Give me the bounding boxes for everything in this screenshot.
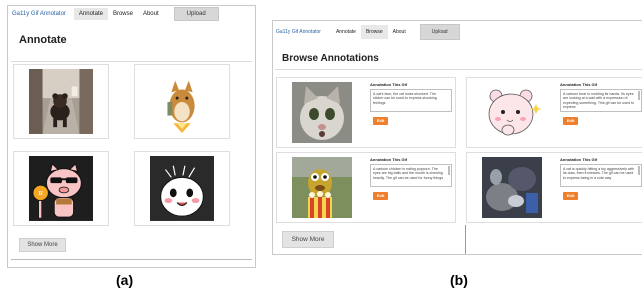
edit-button[interactable]: Edit <box>563 117 578 125</box>
nav-browse[interactable]: Browse <box>108 8 138 20</box>
upload-button[interactable]: Upload <box>173 7 219 21</box>
annotation-text: A cartoon chicken is eating popcorn. The… <box>373 167 443 180</box>
annotation-card: Annotation This Gif A cartoon chicken is… <box>276 152 456 223</box>
annotate-screen: Ga11y Gif Annotator Annotate Browse Abou… <box>7 5 256 268</box>
brand-link[interactable]: Ga11y Gif Annotator <box>276 29 321 35</box>
gif-thumbnail-cat-pawing <box>482 157 542 218</box>
annotation-textarea[interactable]: A cat is quickly hitting a toy aggressiv… <box>560 164 642 187</box>
gif-thumbnail-cool-pig: ¤ <box>29 156 93 221</box>
nav-browse[interactable]: Browse <box>360 24 388 39</box>
nav-about[interactable]: About <box>138 8 164 20</box>
annotation-text: A cat is quickly hitting a toy aggressiv… <box>563 167 635 180</box>
column-divider <box>465 225 466 254</box>
annotation-textarea[interactable]: A cartoon bear is nodding its hands. Its… <box>560 89 642 112</box>
annotation-card: Annotation This Gif A cat is quickly hit… <box>466 152 642 223</box>
show-more-button[interactable]: Show More <box>282 231 334 248</box>
nav-about[interactable]: About <box>388 25 411 39</box>
annotation-label: Annotation This Gif <box>370 82 408 87</box>
nav-annotate[interactable]: Annotate <box>331 25 361 39</box>
edit-button[interactable]: Edit <box>373 192 388 200</box>
caption-b: (b) <box>450 272 468 288</box>
annotation-card: Annotation This Gif A cat's face, the ca… <box>276 77 456 148</box>
gif-card[interactable] <box>134 64 230 139</box>
gif-thumbnail-dog-hallway <box>29 69 93 134</box>
annotation-label: Annotation This Gif <box>560 157 598 162</box>
annotation-text: A cartoon bear is nodding its hands. Its… <box>563 92 635 110</box>
gif-thumbnail-popcorn-chicken <box>292 157 352 218</box>
brand-link[interactable]: Ga11y Gif Annotator <box>12 11 66 17</box>
gif-card[interactable]: ¤ <box>13 151 109 226</box>
annotation-card: Annotation This Gif A cartoon bear is no… <box>466 77 642 148</box>
nav-annotate[interactable]: Annotate <box>73 8 108 20</box>
textarea-scrollbar[interactable] <box>638 166 640 175</box>
page-title: Browse Annotations <box>282 53 379 64</box>
edit-button[interactable]: Edit <box>563 192 578 200</box>
gif-card[interactable] <box>134 151 230 226</box>
page-title: Annotate <box>19 34 67 46</box>
annotation-textarea[interactable]: A cartoon chicken is eating popcorn. The… <box>370 164 452 187</box>
textarea-scrollbar[interactable] <box>638 91 640 100</box>
bottom-divider <box>11 259 252 260</box>
annotation-label: Annotation This Gif <box>560 82 598 87</box>
top-nav: Ga11y Gif Annotator Annotate Browse Abou… <box>8 6 255 22</box>
edit-button[interactable]: Edit <box>373 117 388 125</box>
upload-button[interactable]: Upload <box>419 23 460 40</box>
svg-text:¤: ¤ <box>38 189 43 198</box>
gif-thumbnail-white-blob <box>150 156 214 221</box>
top-nav: Ga11y Gif Annotator Annotate Browse Abou… <box>273 21 642 42</box>
annotation-textarea[interactable]: A cat's face, the cat looks shocked. The… <box>370 89 452 112</box>
gif-thumbnail-shocked-cat <box>292 82 352 143</box>
title-divider <box>11 61 252 62</box>
textarea-scrollbar[interactable] <box>448 166 450 175</box>
show-more-button[interactable]: Show More <box>19 238 66 252</box>
browse-screen: Ga11y Gif Annotator Annotate Browse Abou… <box>272 20 642 255</box>
annotation-label: Annotation This Gif <box>370 157 408 162</box>
gif-card[interactable] <box>13 64 109 139</box>
gif-thumbnail-cartoon-bear <box>482 82 542 143</box>
title-divider <box>275 69 642 70</box>
gif-thumbnail-shiba <box>150 69 214 134</box>
caption-a: (a) <box>116 272 134 288</box>
